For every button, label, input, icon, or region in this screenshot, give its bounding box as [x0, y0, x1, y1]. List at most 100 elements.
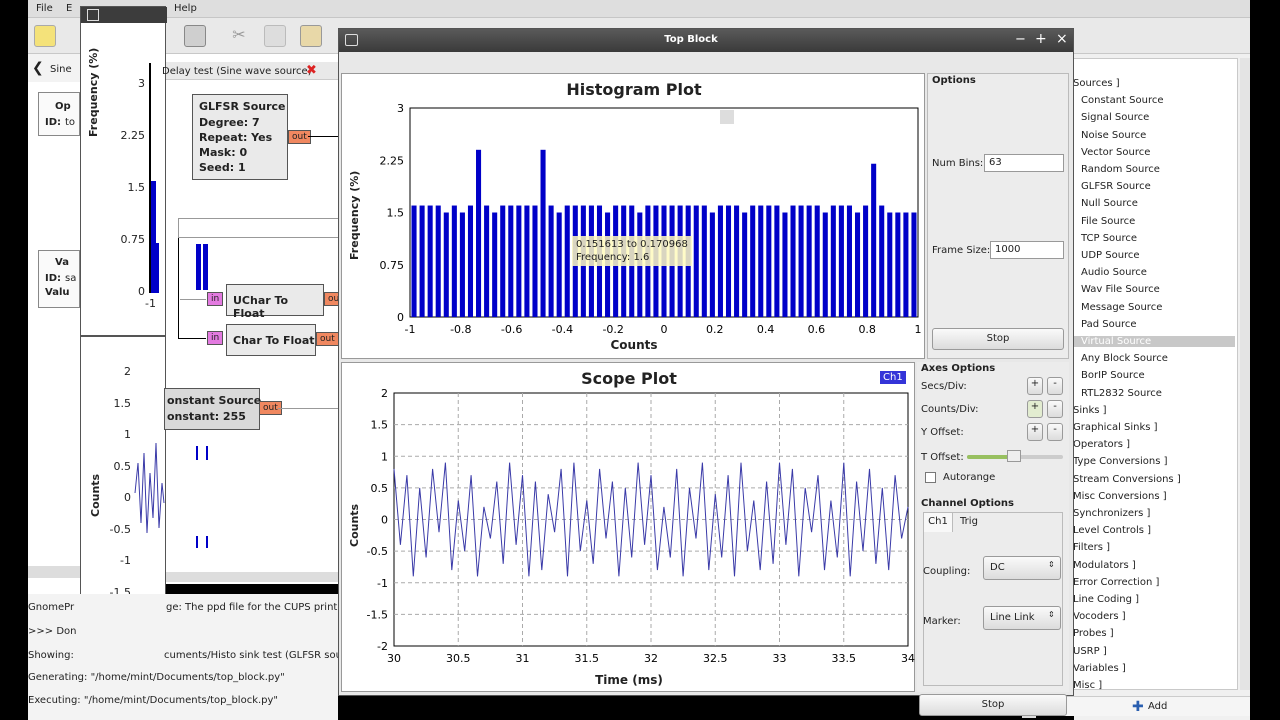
- marker-label: Marker:: [923, 616, 961, 627]
- variable-block[interactable]: Va ID: sa Valu: [38, 250, 80, 308]
- tree-item[interactable]: Message Source: [1081, 302, 1162, 313]
- tree-item[interactable]: Null Source: [1081, 198, 1138, 209]
- tree-item[interactable]: Probes ]: [1073, 628, 1114, 639]
- tree-item[interactable]: Modulators ]: [1073, 560, 1136, 571]
- tree-item[interactable]: File Source: [1081, 216, 1135, 227]
- tree-item[interactable]: Vocoders ]: [1073, 611, 1126, 622]
- tree-item[interactable]: Constant Source: [1081, 95, 1163, 106]
- h-scrollbar[interactable]: [28, 566, 80, 578]
- uchar-in-port[interactable]: in: [207, 292, 224, 306]
- updown-icon: ⇕: [1048, 610, 1055, 619]
- tree-item[interactable]: Random Source: [1081, 164, 1160, 175]
- coupling-label: Coupling:: [923, 566, 971, 577]
- tree-item[interactable]: Operators ]: [1073, 439, 1130, 450]
- editor-tab[interactable]: Delay test (Sine wave source) ✖: [162, 62, 338, 80]
- scope-stop-button[interactable]: Stop: [919, 694, 1067, 716]
- copy-icon[interactable]: [264, 25, 286, 47]
- yoff-minus-button[interactable]: -: [1047, 423, 1063, 441]
- coupling-select[interactable]: DC ⇕: [983, 556, 1061, 580]
- tab-ch1[interactable]: Ch1: [923, 512, 953, 532]
- secs-minus-button[interactable]: -: [1047, 377, 1063, 395]
- tree-item[interactable]: Misc Conversions ]: [1073, 491, 1167, 502]
- options-block[interactable]: Op ID: to: [38, 92, 80, 136]
- window-icon: [87, 9, 99, 21]
- cut-icon[interactable]: ✂: [228, 25, 250, 47]
- minimize-icon[interactable]: −: [1015, 32, 1026, 47]
- add-button[interactable]: Add: [1148, 701, 1167, 712]
- uchar-to-float-block[interactable]: UChar To Float: [226, 284, 324, 320]
- tree-item[interactable]: Synchronizers ]: [1073, 508, 1150, 519]
- histogram-stop-button[interactable]: Stop: [932, 328, 1064, 350]
- add-icon[interactable]: ✚: [1132, 699, 1144, 715]
- close-tab-icon[interactable]: ✖: [306, 63, 317, 78]
- tree-item[interactable]: Error Correction ]: [1073, 577, 1159, 588]
- scope-chart[interactable]: 30 30.5 31 31.5 32 32.5 33 33.5 34 2 1.5 1 0.5 0 -0.5 -…: [342, 363, 916, 693]
- tree-item[interactable]: Misc ]: [1073, 680, 1102, 691]
- t-offset-handle[interactable]: [1007, 450, 1021, 462]
- new-icon[interactable]: [34, 25, 56, 47]
- hist-xtick: 0.6: [808, 323, 826, 336]
- histogram-chart[interactable]: 32.251.50.750-1 -0.8 -0.6 -0.4 -0.2 0 0.2 0.4 0.…: [342, 74, 926, 360]
- autorange-checkbox[interactable]: [925, 472, 936, 483]
- framesize-input[interactable]: 1000: [990, 241, 1064, 259]
- constant-source-block[interactable]: onstant Source onstant: 255: [164, 388, 261, 430]
- glfsr-source-block[interactable]: GLFSR Source Degree: 7 Repeat: Yes Mask:…: [192, 94, 288, 180]
- hist-bar: [524, 205, 530, 317]
- yoff-plus-button[interactable]: +: [1027, 423, 1043, 441]
- back-arrow-icon[interactable]: ❮: [32, 60, 44, 76]
- maximize-icon[interactable]: +: [1035, 31, 1047, 47]
- tab-trig[interactable]: Trig: [955, 514, 983, 532]
- tree-item[interactable]: Sinks ]: [1073, 405, 1107, 416]
- tab-left[interactable]: Sine: [50, 64, 72, 75]
- tree-scrollbar[interactable]: [1240, 58, 1250, 690]
- tree-item[interactable]: Signal Source: [1081, 112, 1149, 123]
- scope-xtick: 30: [387, 652, 401, 665]
- char-in-port[interactable]: in: [207, 331, 224, 345]
- counts-plus-button[interactable]: +: [1027, 400, 1043, 418]
- tree-item[interactable]: Stream Conversions ]: [1073, 474, 1181, 485]
- tree-item[interactable]: Vector Source: [1081, 147, 1150, 158]
- tree-item[interactable]: Filters ]: [1073, 542, 1110, 553]
- char-out-port[interactable]: out: [316, 332, 339, 346]
- tree-item[interactable]: Pad Source: [1081, 319, 1137, 330]
- tree-item[interactable]: TCP Source: [1081, 233, 1137, 244]
- menu-file[interactable]: File: [36, 3, 53, 14]
- tree-item[interactable]: UDP Source: [1081, 250, 1140, 261]
- tree-item[interactable]: Audio Source: [1081, 267, 1147, 278]
- counts-minus-button[interactable]: -: [1047, 400, 1063, 418]
- tree-item[interactable]: BorIP Source: [1081, 370, 1145, 381]
- connection-line: [278, 408, 338, 409]
- coupling-value: DC: [990, 562, 1005, 573]
- glfsr-out-port[interactable]: out: [288, 130, 311, 144]
- histogram-xlabel: Counts: [610, 338, 658, 352]
- secs-plus-button[interactable]: +: [1027, 377, 1043, 395]
- tree-item[interactable]: Line Coding ]: [1073, 594, 1139, 605]
- tree-item[interactable]: Virtual Source: [1073, 336, 1235, 347]
- print-icon[interactable]: [184, 25, 206, 47]
- tree-item[interactable]: Graphical Sinks ]: [1073, 422, 1158, 433]
- marker-select[interactable]: Line Link ⇕: [983, 606, 1061, 630]
- hist-xtick: 0.4: [757, 323, 775, 336]
- hist-bar: [411, 205, 417, 317]
- tree-item[interactable]: Variables ]: [1073, 663, 1126, 674]
- tree-item[interactable]: GLFSR Source: [1081, 181, 1151, 192]
- tree-item[interactable]: Noise Source: [1081, 130, 1146, 141]
- char-to-float-block[interactable]: Char To Float: [226, 324, 316, 356]
- menu-help[interactable]: Help: [174, 3, 197, 14]
- tree-item[interactable]: Wav File Source: [1081, 284, 1160, 295]
- tree-item[interactable]: Level Controls ]: [1073, 525, 1151, 536]
- close-icon[interactable]: ×: [1056, 31, 1068, 47]
- tree-item[interactable]: Any Block Source: [1081, 353, 1168, 364]
- menu-edit[interactable]: E: [66, 3, 72, 14]
- tree-item[interactable]: Type Conversions ]: [1073, 456, 1168, 467]
- tree-item[interactable]: USRP ]: [1073, 646, 1107, 657]
- numbins-input[interactable]: 63: [984, 154, 1064, 172]
- tree-item[interactable]: Sources ]: [1073, 78, 1120, 89]
- tree-item[interactable]: RTL2832 Source: [1081, 388, 1162, 399]
- h-scrollbar[interactable]: [166, 572, 338, 582]
- paste-icon[interactable]: [300, 25, 322, 47]
- scope-xtick: 33: [773, 652, 787, 665]
- id2-value: sa: [65, 273, 77, 284]
- overlay-bar: [196, 536, 208, 548]
- scope-panel: Scope Plot Ch1 Counts 30 30.5 31 31.5 32 32.5…: [341, 362, 915, 692]
